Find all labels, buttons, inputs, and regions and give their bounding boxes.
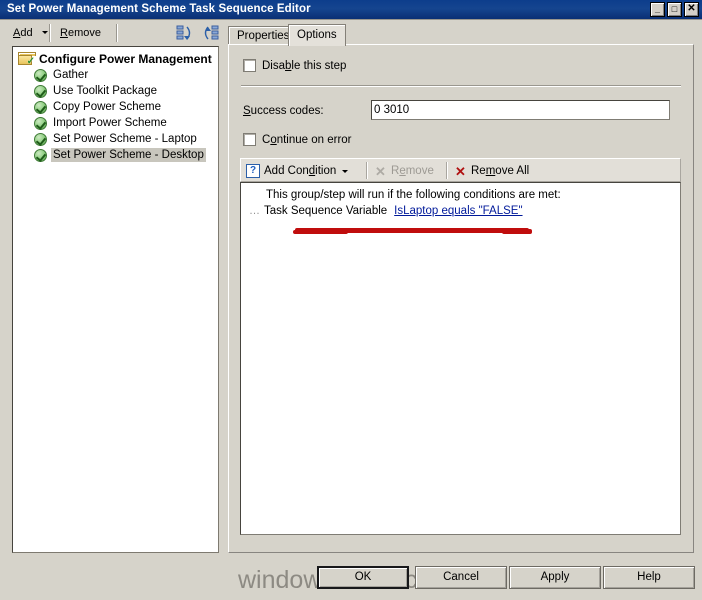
condition-toolbar: ? Add Condition ✕ Remove ✕ Remove All — [240, 158, 681, 182]
condbar-separator-2 — [446, 162, 448, 179]
green-check-icon — [34, 116, 47, 130]
red-annotation-underline — [293, 228, 532, 234]
tree-item-label: Use Toolkit Package — [53, 85, 157, 97]
continue-on-error-row[interactable]: Continue on error — [243, 133, 352, 146]
minimize-button[interactable]: _ — [650, 2, 665, 17]
remove-condition-label: Remove — [391, 165, 434, 177]
continue-on-error-checkbox[interactable] — [243, 133, 256, 146]
success-codes-input[interactable] — [371, 100, 670, 120]
remove-all-conditions-button[interactable]: ✕ Remove All — [454, 162, 529, 180]
maximize-icon: □ — [671, 4, 678, 14]
remove-condition-button[interactable]: ✕ Remove — [374, 162, 434, 180]
move-up-tree-icon[interactable] — [200, 25, 220, 42]
tab-strip: Properties Options — [228, 24, 694, 46]
condition-expression-link[interactable]: IsLaptop equals "FALSE" — [394, 205, 522, 217]
x-mark-icon: ✕ — [375, 163, 386, 179]
disable-this-step-label: Disable this step — [262, 59, 347, 72]
continue-on-error-label: Continue on error — [262, 133, 352, 146]
condition-type-label: Task Sequence Variable — [264, 205, 388, 217]
x-mark-red-icon: ✕ — [455, 163, 466, 179]
tree-item-label: Configure Power Management — [39, 52, 212, 66]
cancel-button[interactable]: Cancel — [415, 566, 507, 589]
help-button[interactable]: Help — [603, 566, 695, 589]
disable-this-step-checkbox[interactable] — [243, 59, 256, 72]
ok-button[interactable]: OK — [317, 566, 409, 589]
green-check-icon — [34, 132, 47, 146]
tree-item[interactable]: ✓ Configure Power Management — [13, 51, 218, 67]
remove-button[interactable]: Remove — [55, 24, 106, 42]
task-sequence-tree-panel[interactable]: ✓ Configure Power Management Gather Use Too… — [12, 46, 219, 553]
tree-item[interactable]: Copy Power Scheme — [13, 99, 218, 115]
maximize-button[interactable]: □ — [667, 2, 682, 17]
add-condition-button[interactable]: ? Add Condition — [246, 162, 349, 180]
tab-options[interactable]: Options — [288, 24, 346, 46]
tree-item-label: Set Power Scheme - Desktop — [51, 148, 206, 162]
success-codes-label: Success codes: — [243, 105, 324, 117]
remove-all-label: Remove All — [471, 165, 530, 177]
add-condition-label: Add Condition — [264, 165, 337, 177]
toolbar-separator-2 — [116, 24, 118, 42]
toolbar-separator — [49, 24, 51, 42]
condition-list-header: This group/step will run if the followin… — [266, 189, 561, 201]
window-title: Set Power Management Scheme Task Sequenc… — [7, 3, 311, 15]
tree-item-label: Copy Power Scheme — [53, 101, 162, 113]
move-down-tree-icon[interactable] — [176, 25, 196, 42]
condition-row[interactable]: … Task Sequence Variable IsLaptop equals… — [249, 205, 523, 217]
tree-item-label: Set Power Scheme - Laptop — [53, 133, 197, 145]
tree-item-label: Gather — [53, 69, 89, 81]
folder-checked-icon: ✓ — [18, 52, 36, 67]
condbar-separator-1 — [366, 162, 368, 179]
add-button-label-rest: dd — [20, 27, 33, 39]
tree-toolbar: Add Remove — [0, 20, 223, 45]
green-check-icon — [34, 148, 47, 162]
tree-item[interactable]: Gather — [13, 67, 218, 83]
tree-item[interactable]: Set Power Scheme - Laptop — [13, 131, 218, 147]
task-sequence-tree: ✓ Configure Power Management Gather Use Too… — [13, 47, 218, 163]
apply-button[interactable]: Apply — [509, 566, 601, 589]
tree-item[interactable]: Use Toolkit Package — [13, 83, 218, 99]
window-titlebar: Set Power Management Scheme Task Sequenc… — [0, 0, 702, 20]
close-button[interactable]: ✕ — [684, 2, 699, 17]
tree-item[interactable]: Import Power Scheme — [13, 115, 218, 131]
task-sequence-editor-window: Set Power Management Scheme Task Sequenc… — [0, 0, 702, 600]
window-controls: _ □ ✕ — [650, 2, 699, 17]
add-button[interactable]: Add — [8, 24, 38, 42]
disable-this-step-row[interactable]: Disable this step — [243, 59, 346, 72]
tree-item-label: Import Power Scheme — [53, 117, 167, 129]
minimize-icon: _ — [654, 4, 660, 14]
green-check-icon — [34, 100, 47, 114]
close-icon: ✕ — [687, 3, 696, 14]
green-check-icon — [34, 68, 47, 82]
section-divider — [241, 85, 681, 87]
green-check-icon — [34, 84, 47, 98]
add-dropdown-arrow-icon[interactable] — [42, 31, 48, 34]
tree-item[interactable]: Set Power Scheme - Desktop — [13, 147, 218, 163]
remove-button-label-rest: emove — [67, 27, 101, 39]
options-tab-panel: Disable this step Success codes: Continu… — [228, 44, 694, 553]
chevron-down-icon[interactable] — [342, 169, 349, 173]
condition-list[interactable]: This group/step will run if the followin… — [240, 182, 681, 535]
question-mark-icon: ? — [246, 164, 260, 178]
tree-line-icon: … — [249, 205, 260, 217]
